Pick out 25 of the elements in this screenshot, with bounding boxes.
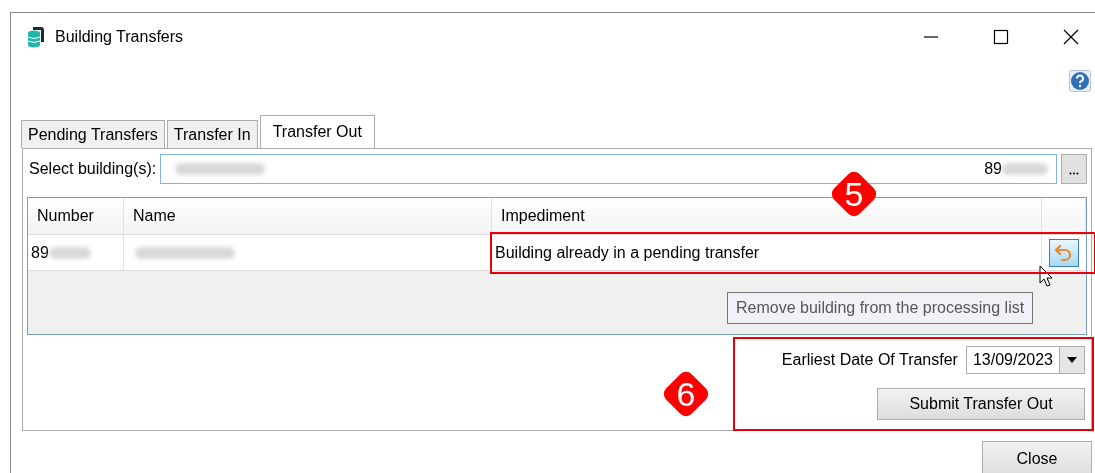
field-label: Select building(s):	[28, 160, 157, 178]
tab[interactable]: Transfer Out	[259, 115, 375, 148]
undo-button[interactable]	[1049, 238, 1079, 267]
column-header[interactable]: Number	[28, 198, 124, 234]
tab[interactable]: Transfer In	[166, 120, 258, 148]
undo-arrow-icon	[1054, 242, 1074, 263]
close-icon[interactable]	[1063, 29, 1079, 45]
maximize-icon[interactable]	[993, 29, 1009, 45]
callout-badge: 6	[661, 369, 711, 419]
blurred-text	[1002, 163, 1048, 175]
table-cell: 89	[28, 235, 124, 270]
tab[interactable]: Pending Transfers	[21, 120, 165, 148]
help-icon[interactable]	[1069, 70, 1091, 92]
building-number: 89	[984, 160, 1002, 178]
ellipsis-icon	[1069, 172, 1079, 175]
date-picker[interactable]: 13/09/2023	[965, 346, 1085, 374]
window-title: Building Transfers	[55, 28, 184, 46]
submit-button[interactable]: Submit Transfer Out	[877, 388, 1085, 420]
tooltip: Remove building from the processing list	[727, 292, 1034, 324]
close-button[interactable]: Close	[982, 441, 1092, 473]
database-icon	[27, 26, 45, 48]
dropdown-arrow-icon	[1067, 357, 1077, 363]
field-label: Earliest Date Of Transfer	[780, 351, 958, 369]
building-field[interactable]: 89	[160, 154, 1057, 184]
column-header[interactable]: Name	[124, 198, 492, 234]
